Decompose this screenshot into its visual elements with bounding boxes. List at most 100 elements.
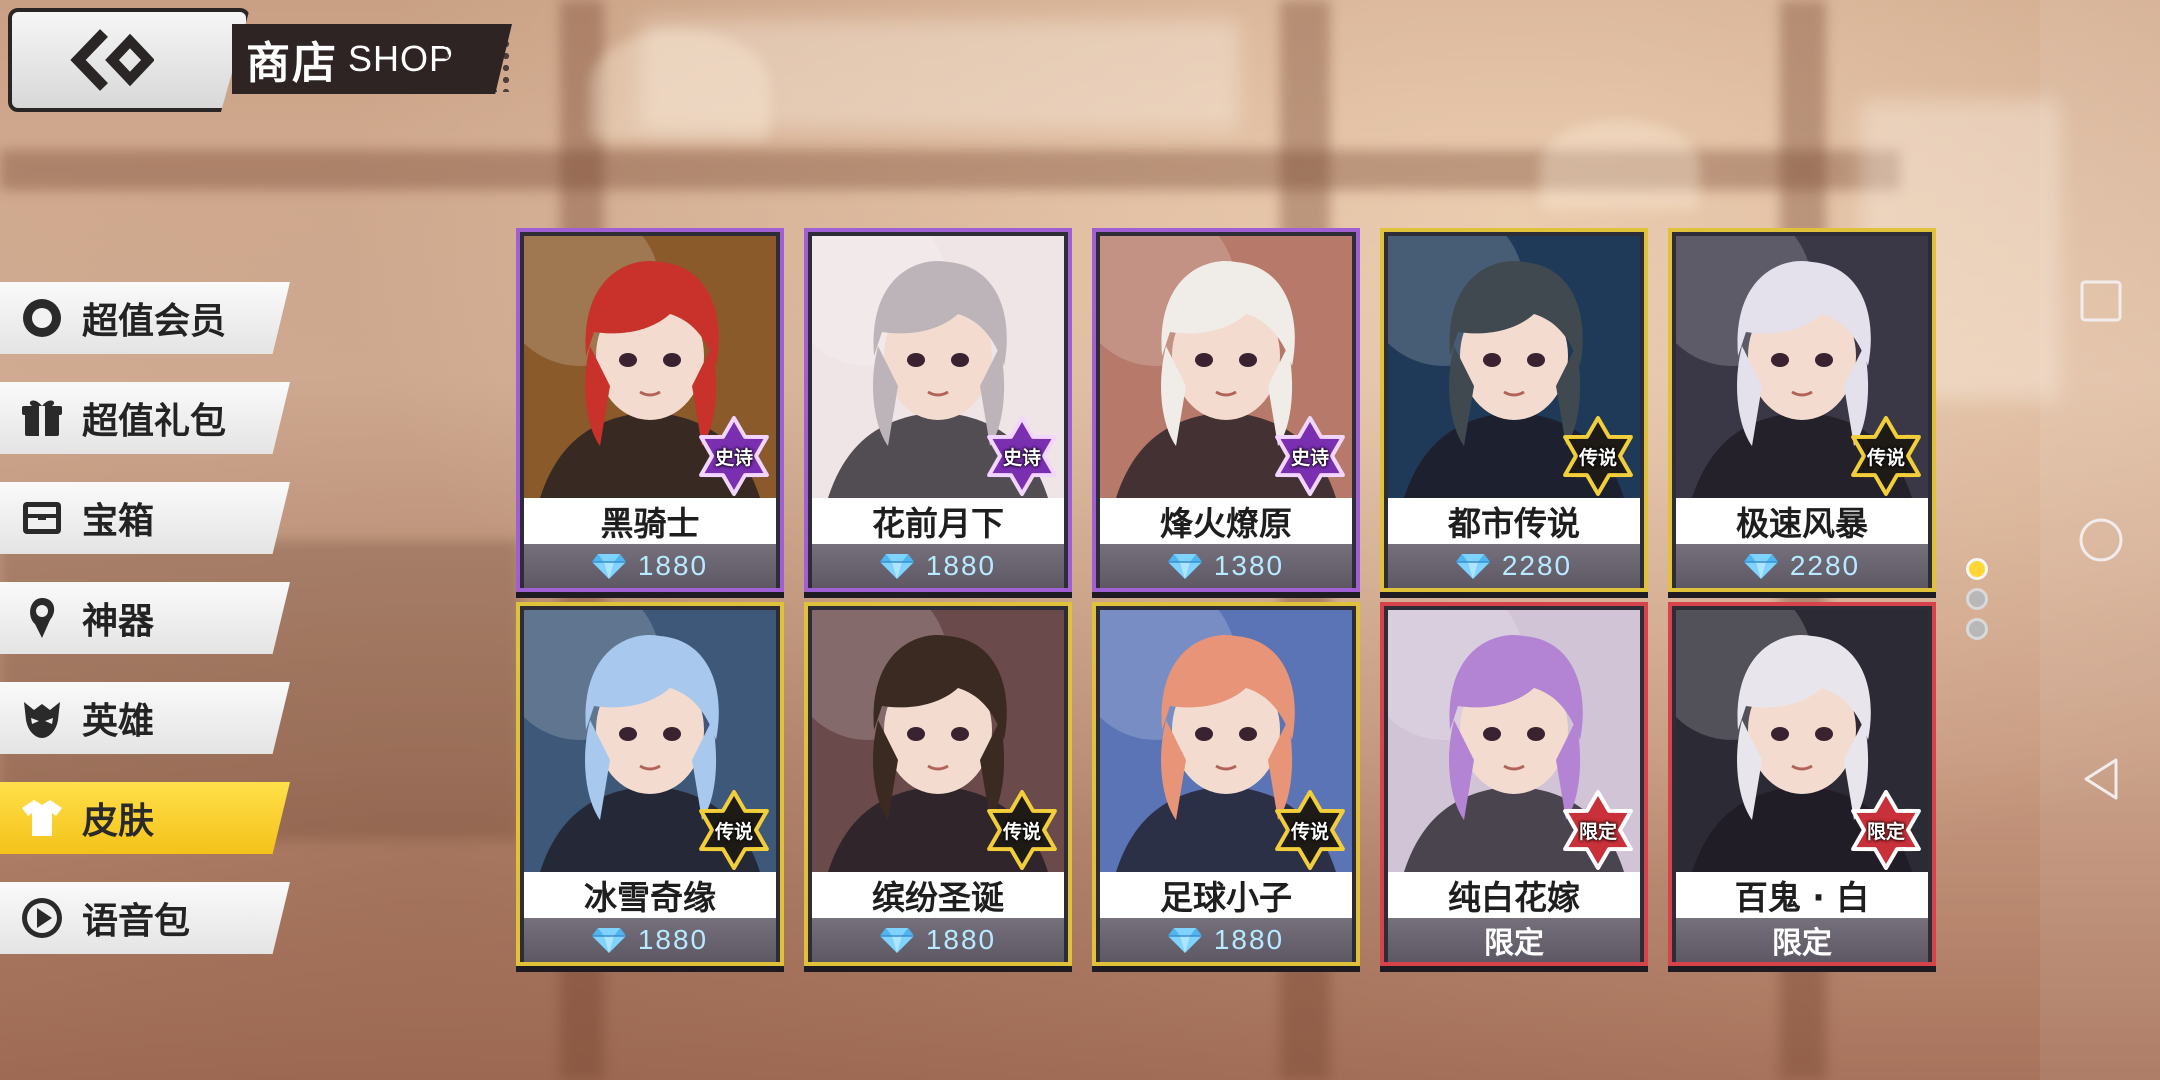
- skin-name: 纯白花嫁: [1388, 872, 1640, 918]
- page-dot[interactable]: [1966, 618, 1988, 640]
- price-bar: 2280: [1676, 544, 1928, 588]
- chest-icon: [18, 494, 66, 542]
- shop-title: 商店: [246, 38, 338, 89]
- rarity-badge-label: 传说: [714, 820, 753, 843]
- skin-card[interactable]: 传说极速风暴 2280: [1668, 228, 1936, 592]
- menu-item-label: 英雄: [82, 701, 155, 742]
- rarity-badge: 传说: [1558, 416, 1638, 496]
- price-bar: 1880: [524, 918, 776, 962]
- skin-name: 花前月下: [812, 498, 1064, 544]
- price-bar: 限定: [1388, 918, 1640, 962]
- rarity-badge-label: 史诗: [1290, 446, 1329, 469]
- bg-lamp: [1540, 120, 1700, 210]
- price-bar: 2280: [1388, 544, 1640, 588]
- hero-mask-icon: [18, 694, 66, 742]
- skin-name: 黑骑士: [524, 498, 776, 544]
- menu-item-label: 语音包: [82, 901, 191, 942]
- diamond-icon: [1167, 552, 1202, 580]
- double-chevron-left-icon: [70, 29, 154, 91]
- price-value: 2280: [1501, 550, 1573, 581]
- skin-name: 缤纷圣诞: [812, 872, 1064, 918]
- rarity-badge: 限定: [1558, 790, 1638, 870]
- skin-name: 足球小子: [1100, 872, 1352, 918]
- rarity-badge: 传说: [1270, 790, 1350, 870]
- rarity-badge-label: 限定: [1578, 820, 1617, 843]
- recents-square-icon[interactable]: [2078, 278, 2124, 324]
- skin-card[interactable]: 限定 纯白花嫁 限定: [1380, 602, 1648, 966]
- skin-card[interactable]: 传说缤纷圣诞 1880: [804, 602, 1072, 966]
- home-circle-icon[interactable]: [2078, 517, 2124, 563]
- rarity-badge-label: 限定: [1866, 820, 1905, 843]
- price-value: 1880: [637, 550, 709, 581]
- diamond-icon: [591, 926, 626, 954]
- diamond-icon: [879, 926, 914, 954]
- title-halftone-decoration: [440, 26, 510, 92]
- price-bar: 限定: [1676, 918, 1928, 962]
- rarity-badge: 传说: [982, 790, 1062, 870]
- rarity-badge: 史诗: [694, 416, 774, 496]
- diamond-icon: [1455, 552, 1490, 580]
- diamond-icon: [1743, 552, 1778, 580]
- rarity-badge-label: 传说: [1290, 820, 1329, 843]
- skin-card[interactable]: 史诗烽火燎原 1380: [1092, 228, 1360, 592]
- shop-screen: 商店 SHOP 超值会员 超值礼包 宝箱 神器 英雄 皮肤 语音包 史诗 黑骑士 1880 史诗花…: [0, 0, 2160, 1080]
- skin-name: 烽火燎原: [1100, 498, 1352, 544]
- skin-card[interactable]: 传说冰雪奇缘 1880: [516, 602, 784, 966]
- skin-card[interactable]: 史诗花前月下 1880: [804, 228, 1072, 592]
- rarity-badge: 史诗: [1270, 416, 1350, 496]
- skin-card[interactable]: 传说足球小子 1880: [1092, 602, 1360, 966]
- price-bar: 1880: [812, 544, 1064, 588]
- price-value: 1880: [1213, 924, 1285, 955]
- shop-title-en: SHOP: [348, 38, 455, 79]
- skin-name: 极速风暴: [1676, 498, 1928, 544]
- price-value: 1380: [1213, 550, 1285, 581]
- menu-item[interactable]: 神器: [0, 582, 290, 654]
- price-bar: 1880: [812, 918, 1064, 962]
- diamond-icon: [591, 552, 626, 580]
- page-dot[interactable]: [1966, 588, 1988, 610]
- skin-name: 都市传说: [1388, 498, 1640, 544]
- menu-item-label: 神器: [82, 601, 155, 642]
- menu-item[interactable]: 超值会员: [0, 282, 290, 354]
- rarity-badge-label: 传说: [1002, 820, 1041, 843]
- menu-item-label: 超值会员: [82, 301, 227, 342]
- artifact-icon: [18, 594, 66, 642]
- play-icon: [18, 894, 66, 942]
- menu-item-label: 超值礼包: [82, 401, 227, 442]
- menu-item[interactable]: 超值礼包: [0, 382, 290, 454]
- diamond-icon: [879, 552, 914, 580]
- menu-item-label: 宝箱: [82, 501, 155, 542]
- rarity-badge: 传说: [694, 790, 774, 870]
- price-value: 1880: [637, 924, 709, 955]
- back-button[interactable]: [8, 8, 250, 112]
- skin-card[interactable]: 限定 百鬼 · 白限定: [1668, 602, 1936, 966]
- skin-name: 百鬼 · 白: [1676, 872, 1928, 918]
- skin-name: 冰雪奇缘: [524, 872, 776, 918]
- price-bar: 1880: [1100, 918, 1352, 962]
- gift-icon: [18, 394, 66, 442]
- menu-item[interactable]: 语音包: [0, 882, 290, 954]
- skin-card[interactable]: 传说都市传说 2280: [1380, 228, 1648, 592]
- price-value: 1880: [925, 924, 997, 955]
- price-value: 2280: [1789, 550, 1861, 581]
- rarity-badge-label: 传说: [1866, 446, 1905, 469]
- limited-label: 限定: [1484, 926, 1544, 961]
- skin-grid: 史诗 黑骑士 1880 史诗 花前月下 1880 史诗 烽火燎原 1380 传说 都市传说 2280 传…: [516, 228, 1936, 968]
- rarity-badge: 限定: [1846, 790, 1926, 870]
- menu-item-label: 皮肤: [82, 801, 155, 842]
- diamond-icon: [1167, 926, 1202, 954]
- menu-item[interactable]: 皮肤: [0, 782, 290, 854]
- price-value: 1880: [925, 550, 997, 581]
- rarity-badge-label: 传说: [1578, 446, 1617, 469]
- skin-card[interactable]: 史诗黑骑士 1880: [516, 228, 784, 592]
- back-triangle-icon[interactable]: [2078, 756, 2124, 802]
- system-nav-bar: [2040, 0, 2160, 1080]
- page-dot[interactable]: [1966, 558, 1988, 580]
- bg-lamp: [590, 30, 770, 140]
- rarity-badge-label: 史诗: [1002, 446, 1041, 469]
- menu-item[interactable]: 宝箱: [0, 482, 290, 554]
- limited-label: 限定: [1772, 926, 1832, 961]
- menu-item[interactable]: 英雄: [0, 682, 290, 754]
- vip-ring-icon: [18, 294, 66, 342]
- rarity-badge-label: 史诗: [714, 446, 753, 469]
